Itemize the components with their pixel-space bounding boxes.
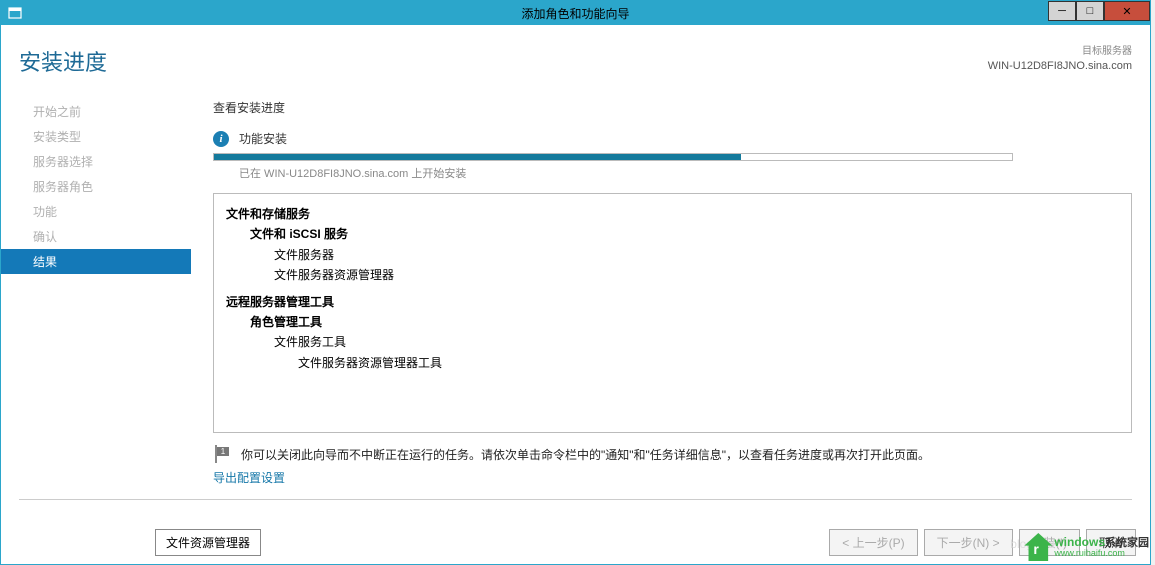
- export-config-link[interactable]: 导出配置设置: [213, 469, 285, 486]
- target-label: 目标服务器: [988, 45, 1132, 59]
- header: 安装进度 目标服务器 WIN-U12D8FI8JNO.sina.com: [1, 25, 1150, 77]
- site-watermark: windows系统家园 www.ruihaifu.com: [1024, 533, 1149, 561]
- minimize-button[interactable]: ─: [1048, 1, 1076, 21]
- wizard-window: 添加角色和功能向导 ─ □ ✕ 安装进度 目标服务器 WIN-U12D8FI8J…: [0, 0, 1151, 565]
- page-title: 安装进度: [19, 45, 107, 77]
- feature-item: 文件服务工具: [226, 332, 1119, 352]
- previous-button: < 上一步(P): [829, 529, 917, 556]
- feature-item: 文件和存储服务: [226, 204, 1119, 224]
- file-explorer-button[interactable]: 文件资源管理器: [155, 529, 261, 556]
- feature-item: 文件和 iSCSI 服务: [226, 224, 1119, 244]
- app-icon: [7, 5, 23, 21]
- target-info: 目标服务器 WIN-U12D8FI8JNO.sina.com: [988, 45, 1132, 74]
- sidebar-item-server-roles: 服务器角色: [1, 174, 191, 199]
- progress-bar: [213, 153, 1013, 161]
- sidebar-item-results: 结果: [1, 249, 191, 274]
- flag-icon: [213, 445, 231, 463]
- sidebar-item-install-type: 安装类型: [1, 124, 191, 149]
- watermark-url: www.ruihaifu.com: [1054, 549, 1149, 558]
- feature-item: 文件服务器资源管理器: [226, 265, 1119, 285]
- wizard-sidebar: 开始之前 安装类型 服务器选择 服务器角色 功能 确认 结果: [1, 99, 191, 487]
- hint-text: 你可以关闭此向导而不中断正在运行的任务。请依次单击命令栏中的"通知"和"任务详细…: [241, 446, 930, 463]
- window-title: 添加角色和功能向导: [521, 5, 629, 22]
- feature-item: 文件服务器资源管理器工具: [226, 353, 1119, 373]
- close-button[interactable]: ✕: [1104, 1, 1150, 21]
- sidebar-item-features: 功能: [1, 199, 191, 224]
- progress-fill: [214, 154, 741, 160]
- progress-caption: 已在 WIN-U12D8FI8JNO.sina.com 上开始安装: [239, 165, 1132, 181]
- feature-list: 文件和存储服务 文件和 iSCSI 服务 文件服务器 文件服务器资源管理器 远程…: [213, 193, 1132, 433]
- next-button: 下一步(N) >: [924, 529, 1013, 556]
- status-row: i 功能安装: [213, 130, 1132, 147]
- status-text: 功能安装: [239, 130, 287, 147]
- target-server: WIN-U12D8FI8JNO.sina.com: [988, 59, 1132, 74]
- divider: [19, 499, 1132, 500]
- watermark-brand: windows: [1054, 535, 1105, 549]
- main-content: 查看安装进度 i 功能安装 已在 WIN-U12D8FI8JNO.sina.co…: [191, 99, 1150, 487]
- feature-item: 文件服务器: [226, 245, 1119, 265]
- feature-item: 远程服务器管理工具: [226, 292, 1119, 312]
- sidebar-item-server-select: 服务器选择: [1, 149, 191, 174]
- info-icon: i: [213, 131, 229, 147]
- hint-row: 你可以关闭此向导而不中断正在运行的任务。请依次单击命令栏中的"通知"和"任务详细…: [213, 445, 1132, 463]
- sidebar-item-confirm: 确认: [1, 224, 191, 249]
- footer: 文件资源管理器 < 上一步(P) 下一步(N) > 安装(I) 取消: [1, 529, 1150, 556]
- house-icon: [1024, 533, 1052, 561]
- window-controls: ─ □ ✕: [1048, 1, 1150, 21]
- titlebar: 添加角色和功能向导 ─ □ ✕: [1, 1, 1150, 25]
- maximize-button[interactable]: □: [1076, 1, 1104, 21]
- feature-item: 角色管理工具: [226, 312, 1119, 332]
- section-heading: 查看安装进度: [213, 99, 1132, 116]
- sidebar-item-before: 开始之前: [1, 99, 191, 124]
